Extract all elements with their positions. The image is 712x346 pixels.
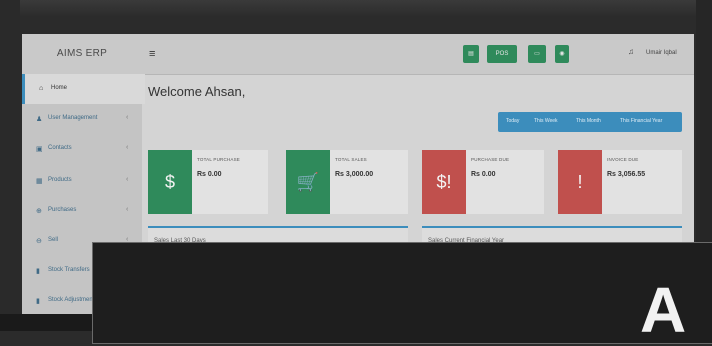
stat-card-purchase-due: $! PURCHASE DUE Rs 0.00	[422, 150, 544, 214]
invoice-alert-icon: !	[558, 150, 602, 214]
card-value: Rs 0.00	[471, 171, 496, 178]
sidebar-item-label: Contacts	[48, 145, 72, 151]
sidebar-item-user-management[interactable]: ♟ User Management ‹	[22, 104, 142, 134]
home-icon: ⌂	[39, 85, 44, 92]
sidebar-item-label: Purchases	[48, 207, 77, 213]
card-value: Rs 3,000.00	[335, 171, 374, 178]
brand-logo[interactable]: AIMS ERP	[22, 34, 142, 74]
dollar-alert-icon: $!	[422, 150, 466, 214]
card-title: PURCHASE DUE	[471, 157, 510, 162]
card-value: Rs 3,056.55	[607, 171, 646, 178]
stock-adjustment-icon: ▮	[36, 298, 40, 305]
pos-button[interactable]: POS	[487, 45, 517, 63]
card-title: INVOICE DUE	[607, 157, 639, 162]
cart-icon: 🛒	[286, 150, 330, 214]
chevron-left-icon: ‹	[126, 206, 129, 213]
date-filter-group: Today This Week This Month This Financia…	[498, 112, 682, 132]
page-title: Welcome Ahsan,	[148, 84, 246, 99]
sidebar-item-purchases[interactable]: ⊕ Purchases ‹	[22, 196, 142, 226]
stat-card-total-sales: 🛒 TOTAL SALES Rs 3,000.00	[286, 150, 408, 214]
sidebar-item-label: User Management	[48, 115, 98, 121]
card-title: TOTAL PURCHASE	[197, 157, 240, 162]
sidebar-item-products[interactable]: ▦ Products ‹	[22, 166, 142, 196]
sidebar-item-label: Stock Transfers	[48, 267, 90, 273]
products-icon: ▦	[36, 178, 43, 185]
money-icon[interactable]: ▭	[528, 45, 546, 63]
contacts-icon: ▣	[36, 146, 43, 153]
laptop-bezel-left	[0, 0, 20, 331]
user-icon: ♟	[36, 116, 43, 123]
overlay-letter: A	[640, 274, 687, 346]
purchases-icon: ⊕	[36, 208, 42, 215]
sidebar-item-contacts[interactable]: ▣ Contacts ‹	[22, 134, 142, 164]
stock-transfer-icon: ▮	[36, 268, 40, 275]
sidebar-item-label: Home	[51, 85, 68, 91]
chevron-left-icon: ‹	[126, 176, 129, 183]
filter-financial-year[interactable]: This Financial Year	[620, 118, 662, 124]
card-title: TOTAL SALES	[335, 157, 367, 162]
filter-this-month[interactable]: This Month	[576, 118, 601, 124]
card-value: Rs 0.00	[197, 171, 222, 178]
top-navbar: AIMS ERP ≡ ▤ POS ▭ ◉ ♫ Umair Iqbal	[22, 34, 694, 75]
menu-toggle-icon[interactable]: ≡	[149, 48, 155, 60]
bell-icon[interactable]: ♫	[628, 47, 634, 56]
overlay-box	[92, 242, 712, 344]
user-menu[interactable]: Umair Iqbal	[646, 50, 677, 56]
calculator-icon[interactable]: ▤	[463, 45, 479, 63]
location-icon[interactable]: ◉	[555, 45, 569, 63]
chevron-left-icon: ‹	[126, 144, 129, 151]
sidebar-item-label: Stock Adjustment	[48, 297, 95, 303]
laptop-bezel-top	[0, 0, 712, 16]
sidebar-item-home[interactable]: ⌂ Home	[22, 74, 145, 104]
cash-icon: $	[148, 150, 192, 214]
laptop-base-edge	[0, 314, 92, 331]
chevron-left-icon: ‹	[126, 114, 129, 121]
sell-icon: ⊖	[36, 238, 42, 245]
filter-this-week[interactable]: This Week	[534, 118, 558, 124]
sidebar-item-label: Sell	[48, 237, 59, 243]
stat-card-total-purchase: $ TOTAL PURCHASE Rs 0.00	[148, 150, 268, 214]
stat-card-invoice-due: ! INVOICE DUE Rs 3,056.55	[558, 150, 682, 214]
sidebar-item-label: Products	[48, 177, 72, 183]
filter-today[interactable]: Today	[506, 118, 519, 124]
